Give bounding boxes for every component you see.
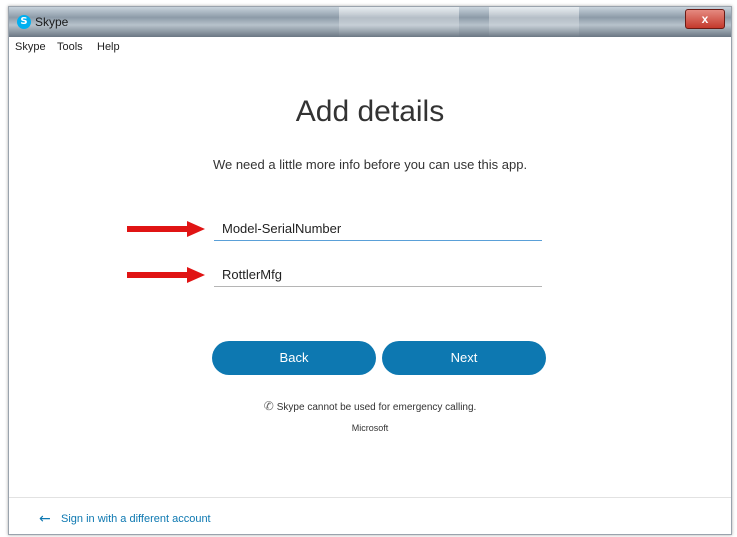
titlebar-reflection: [489, 7, 579, 37]
skype-window: S Skype x Skype Tools Help Add details W…: [8, 6, 732, 535]
no-phone-icon: ✆: [263, 399, 274, 413]
page-title: Add details: [295, 95, 445, 128]
emergency-notice: ✆ Skype cannot be used for emergency call…: [9, 399, 731, 413]
emergency-notice-text: Skype cannot be used for emergency calli…: [276, 402, 477, 413]
page-subtext: We need a little more info before you ca…: [212, 157, 528, 172]
close-button[interactable]: x: [685, 9, 725, 29]
back-arrow-icon[interactable]: ←: [39, 511, 51, 527]
first-name-field[interactable]: Model-SerialNumber: [214, 217, 542, 241]
next-button[interactable]: Next: [382, 341, 546, 375]
sign-in-different-account-link[interactable]: Sign in with a different account: [61, 513, 211, 525]
skype-icon: S: [17, 15, 31, 29]
menu-item-tools[interactable]: Tools: [57, 41, 83, 53]
footer-bar: ← Sign in with a different account: [9, 497, 731, 534]
back-button[interactable]: Back: [212, 341, 376, 375]
red-arrow-icon: [127, 267, 205, 283]
add-details-panel: Add details We need a little more info b…: [9, 57, 731, 534]
red-arrow-icon: [127, 221, 205, 237]
last-name-field[interactable]: RottlerMfg: [214, 263, 542, 287]
window-title: Skype: [35, 15, 69, 29]
company-label: Microsoft: [351, 423, 389, 433]
title-bar[interactable]: S Skype x: [9, 7, 731, 37]
titlebar-reflection: [339, 7, 459, 37]
menu-bar: Skype Tools Help: [9, 37, 731, 57]
menu-item-help[interactable]: Help: [97, 41, 120, 53]
menu-item-skype[interactable]: Skype: [15, 41, 46, 53]
